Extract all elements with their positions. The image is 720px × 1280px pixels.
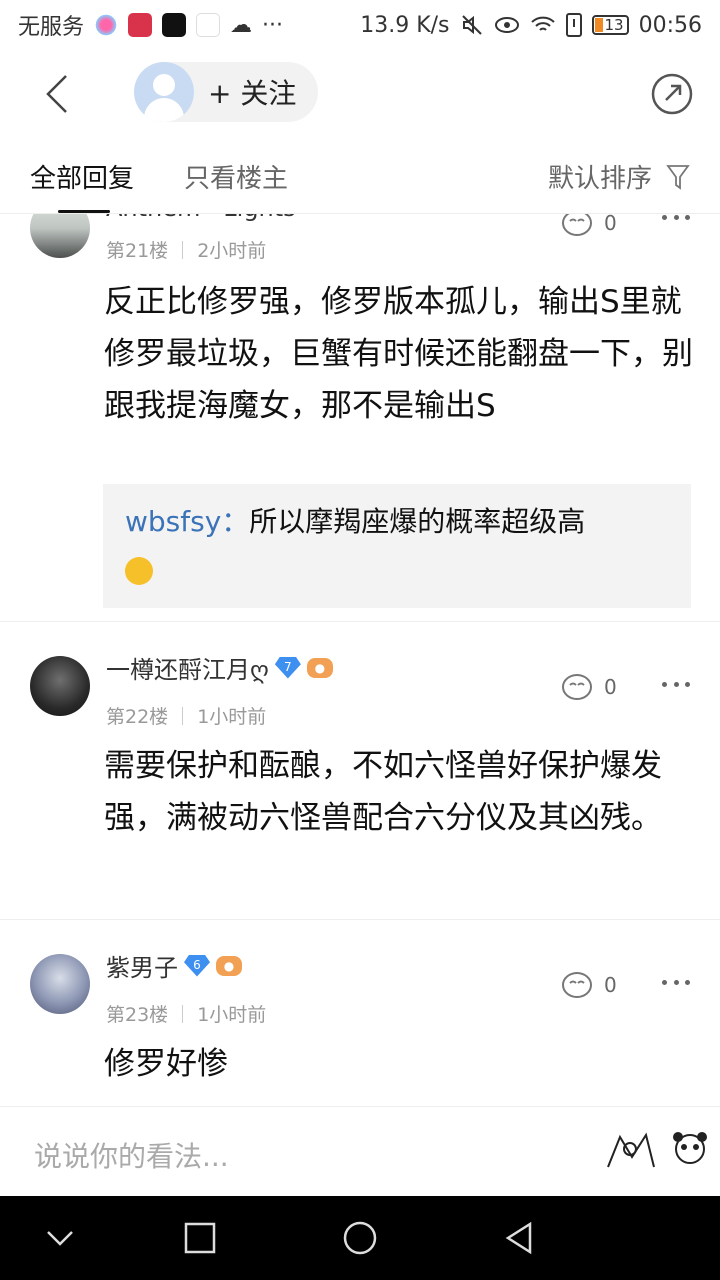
- top-bar: + 关注: [0, 50, 720, 140]
- level-badge-icon: 6: [184, 954, 210, 977]
- network-speed: 13.9 K/s: [360, 12, 450, 38]
- reply-username[interactable]: wbsfsy：: [125, 505, 249, 538]
- eye-icon: [494, 17, 519, 33]
- username[interactable]: 一樽还酹江月ღ 7 ●: [106, 650, 333, 685]
- system-nav-bar: [0, 1196, 720, 1280]
- like-button[interactable]: 0: [560, 970, 617, 1000]
- reply-tabs: 全部回复 只看楼主 默认排序: [0, 140, 720, 214]
- sneeze-emoji-icon: [125, 557, 153, 585]
- reply-text: 所以摩羯座爆的概率超级高: [249, 505, 586, 538]
- back-arrow-icon[interactable]: [40, 72, 80, 116]
- comment-meta: 第22楼 1小时前: [106, 702, 266, 729]
- avatar[interactable]: [30, 656, 90, 716]
- comment-text: 需要保护和酝酿，不如六怪兽好保护爆发强，满被动六怪兽配合六分仪及其凶残。: [104, 748, 662, 836]
- huawei-app-icon: [128, 13, 153, 37]
- comment-input[interactable]: 说说你的看法...: [34, 1135, 229, 1175]
- active-tab-indicator: [58, 210, 110, 213]
- more-options-button[interactable]: [662, 980, 690, 988]
- sort-control[interactable]: 默认排序: [548, 158, 690, 195]
- comment-item: 紫男子 6 ● 第23楼 1小时前 0 修罗好惨: [0, 920, 720, 1106]
- post-time: 2小时前: [197, 240, 267, 262]
- like-button[interactable]: 0: [560, 214, 617, 238]
- tiktok-app-icon: [162, 13, 187, 37]
- game-badge-icon: ●: [216, 955, 242, 976]
- like-face-icon: [562, 674, 592, 700]
- like-count: 0: [604, 675, 617, 699]
- more-status-icon: ···: [262, 12, 283, 38]
- comment-meta: 第23楼 1小时前: [106, 1000, 266, 1027]
- carrier-text: 无服务: [18, 15, 85, 40]
- like-count: 0: [604, 973, 617, 997]
- comment-item: Anthem · Lights 第21楼 2小时前 0 反正比修罗强，修罗版本孤…: [0, 214, 720, 622]
- meme-sticker-icon[interactable]: [600, 1127, 660, 1175]
- panda-sticker-icon[interactable]: [668, 1127, 712, 1175]
- collapse-chevron-icon[interactable]: [40, 1218, 80, 1258]
- username[interactable]: 紫男子 6 ●: [106, 948, 242, 983]
- video-app-icon: [196, 13, 221, 37]
- post-time: 1小时前: [197, 1004, 267, 1026]
- like-button[interactable]: 0: [560, 672, 617, 702]
- avatar[interactable]: [30, 954, 90, 1014]
- follow-label: + 关注: [208, 77, 297, 110]
- sim-alert-icon: [565, 13, 582, 37]
- tab-all-replies[interactable]: 全部回复: [30, 158, 134, 195]
- battery-indicator: 13: [591, 15, 629, 35]
- back-triangle-icon[interactable]: [500, 1218, 540, 1258]
- floor-number: 第22楼: [106, 706, 169, 728]
- sub-reply[interactable]: wbsfsy：所以摩羯座爆的概率超级高: [103, 484, 691, 608]
- floor-number: 第21楼: [106, 240, 169, 262]
- username[interactable]: Anthem · Lights: [106, 214, 296, 222]
- more-options-button[interactable]: [662, 682, 690, 690]
- follow-button[interactable]: + 关注: [134, 62, 318, 122]
- clock: 00:56: [638, 12, 702, 38]
- comment-input-bar: 说说你的看法...: [0, 1106, 720, 1196]
- like-count: 0: [604, 214, 617, 235]
- flower-app-icon: [94, 13, 119, 37]
- comment-meta: 第21楼 2小时前: [106, 236, 266, 263]
- battery-level: 13: [604, 16, 624, 34]
- mute-icon: [461, 15, 482, 35]
- author-avatar: [134, 62, 194, 122]
- cloud-icon: ☁: [230, 12, 253, 38]
- like-face-icon: [562, 972, 592, 998]
- filter-icon: [666, 164, 690, 190]
- share-icon[interactable]: [650, 72, 694, 116]
- floor-number: 第23楼: [106, 1004, 169, 1026]
- meta-divider: [182, 706, 184, 725]
- meta-divider: [182, 240, 184, 259]
- more-options-button[interactable]: [662, 215, 690, 223]
- game-badge-icon: ●: [306, 657, 333, 678]
- comment-feed: Anthem · Lights 第21楼 2小时前 0 反正比修罗强，修罗版本孤…: [0, 214, 720, 1106]
- post-time: 1小时前: [197, 706, 267, 728]
- like-face-icon: [562, 214, 592, 236]
- status-bar: 无服务 ☁ ··· 13.9 K/s 13 00:56: [0, 0, 720, 50]
- avatar[interactable]: [30, 214, 90, 258]
- level-badge-icon: 7: [274, 656, 301, 679]
- wifi-icon: [530, 16, 555, 31]
- home-circle-icon[interactable]: [340, 1218, 380, 1258]
- comment-item: 一樽还酹江月ღ 7 ● 第22楼 1小时前 0 需要保护和酝酿，不如六怪兽好保护…: [0, 622, 720, 920]
- tab-op-only[interactable]: 只看楼主: [184, 158, 288, 195]
- comment-text: 反正比修罗强，修罗版本孤儿，输出S里就修罗最垃圾，巨蟹有时候还能翻盘一下，别跟我…: [104, 284, 693, 424]
- recents-square-icon[interactable]: [180, 1218, 220, 1258]
- sort-label: 默认排序: [547, 164, 652, 194]
- meta-divider: [182, 1004, 184, 1023]
- comment-text: 修罗好惨: [104, 1046, 228, 1082]
